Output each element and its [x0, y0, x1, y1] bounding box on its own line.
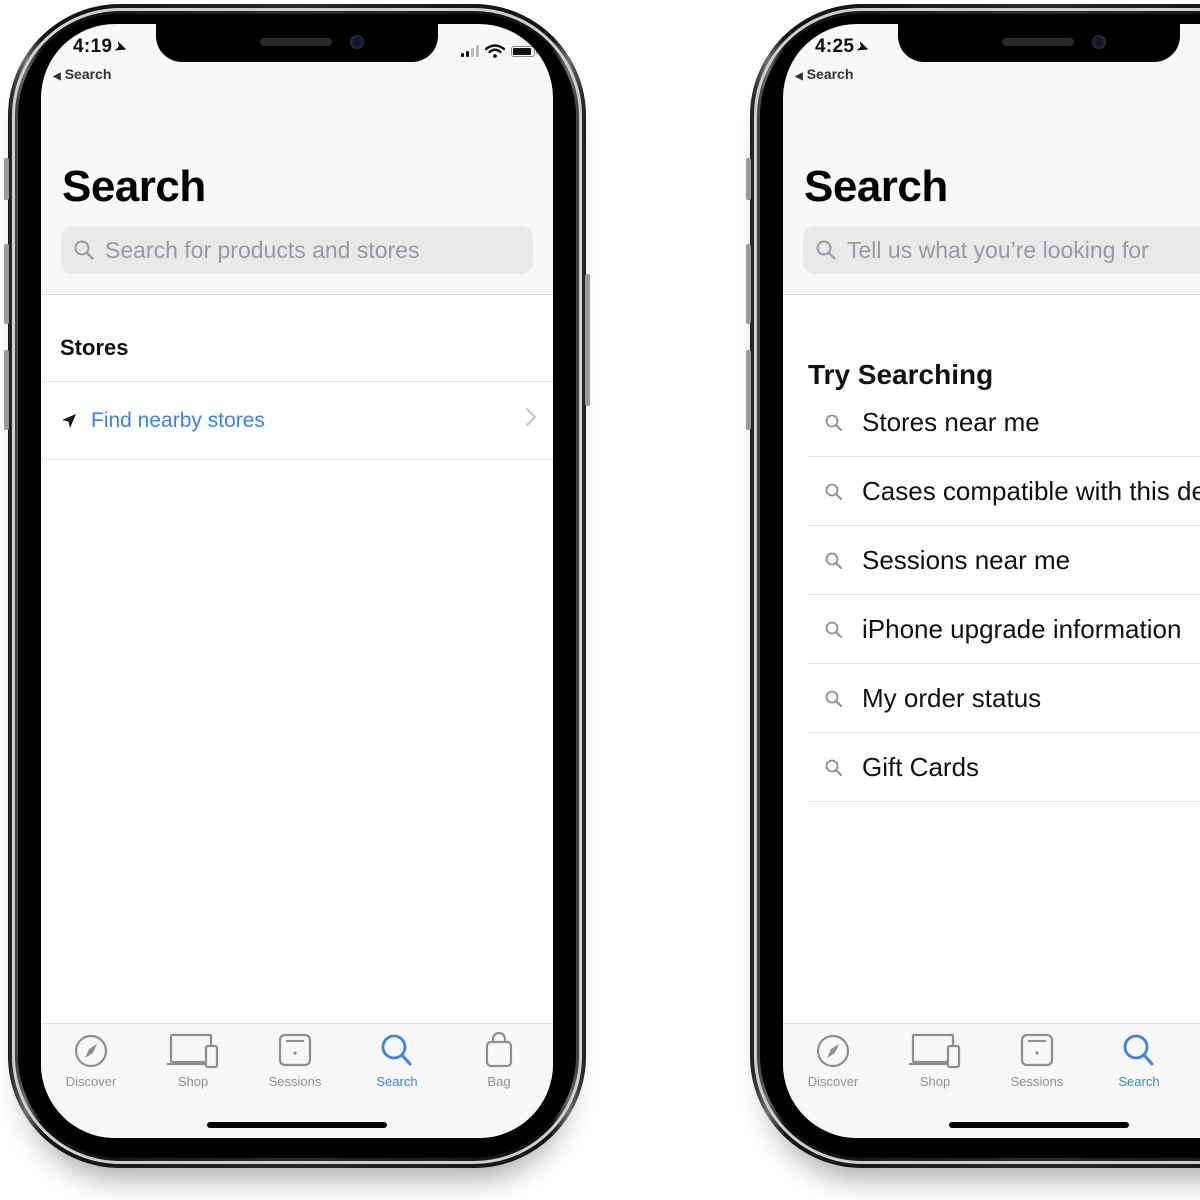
divider	[41, 381, 553, 382]
page-title: Search	[62, 162, 206, 211]
phone-left: 4:19➤ ◀Search Search Stores	[4, 4, 590, 1168]
back-to-search-link[interactable]: ◀ Search	[795, 66, 853, 82]
tab-bar: Discover Shop Sessions	[41, 1023, 553, 1138]
search-icon	[825, 483, 842, 500]
tab-sessions[interactable]: Sessions	[987, 1032, 1087, 1089]
search-icon	[1123, 1034, 1154, 1066]
content-area: Stores Find nearby stores	[41, 295, 553, 1024]
find-nearby-stores-row[interactable]: Find nearby stores	[41, 383, 553, 459]
tab-bag[interactable]: Bag	[1191, 1032, 1200, 1089]
back-to-search-link[interactable]: ◀ Search	[53, 66, 111, 82]
volume-up-button	[4, 244, 9, 324]
devices-icon	[167, 1033, 219, 1069]
home-indicator[interactable]	[949, 1122, 1129, 1128]
search-icon	[825, 621, 842, 638]
cellular-signal-icon	[461, 45, 479, 57]
search-input[interactable]	[103, 235, 533, 265]
status-indicators	[461, 44, 538, 58]
home-indicator[interactable]	[207, 1122, 387, 1128]
suggestion-list: Stores near me Cases compatible with thi…	[808, 388, 1200, 802]
suggestion-item[interactable]: Gift Cards	[808, 733, 1200, 802]
divider	[41, 459, 553, 460]
calendar-icon	[1020, 1033, 1054, 1067]
search-icon	[816, 240, 836, 260]
side-button	[585, 274, 590, 406]
tab-bar: Discover Shop Sessions	[783, 1023, 1200, 1138]
screen: 4:19➤ ◀Search Search Stores	[41, 24, 553, 1138]
search-icon	[825, 552, 842, 569]
search-icon	[74, 240, 94, 260]
mute-switch	[4, 158, 9, 200]
search-bar[interactable]	[803, 226, 1200, 274]
content-area: Try Searching Stores near me Cases compa…	[783, 295, 1200, 1024]
suggestion-item[interactable]: iPhone upgrade information	[808, 595, 1200, 664]
tab-discover[interactable]: Discover	[783, 1032, 883, 1089]
wifi-icon	[485, 44, 505, 58]
page-title: Search	[804, 162, 948, 211]
suggestion-item[interactable]: Sessions near me	[808, 526, 1200, 595]
suggestion-item[interactable]: My order status	[808, 664, 1200, 733]
status-time: 4:25➤	[815, 36, 872, 57]
try-searching-heading: Try Searching	[808, 359, 994, 390]
notch	[156, 24, 438, 62]
notch	[898, 24, 1180, 62]
location-arrow-icon	[62, 414, 76, 428]
tab-search[interactable]: Search	[347, 1032, 447, 1089]
location-arrow-icon: ➤	[113, 37, 130, 57]
tab-sessions[interactable]: Sessions	[245, 1032, 345, 1089]
bag-icon	[485, 1032, 513, 1068]
divider	[808, 801, 1200, 802]
suggestion-item[interactable]: Stores near me	[808, 388, 1200, 457]
chevron-right-icon	[526, 408, 537, 426]
compass-icon	[816, 1034, 850, 1068]
volume-down-button	[746, 350, 751, 430]
back-triangle-icon: ◀	[795, 71, 803, 82]
tab-bag[interactable]: Bag	[449, 1032, 549, 1089]
volume-up-button	[746, 244, 751, 324]
search-icon	[825, 690, 842, 707]
screen: 4:25➤ ◀Search Search Try Se	[783, 24, 1200, 1138]
find-nearby-stores-link[interactable]: Find nearby stores	[91, 409, 265, 433]
back-triangle-icon: ◀	[53, 71, 61, 82]
tab-shop[interactable]: Shop	[885, 1032, 985, 1089]
devices-icon	[909, 1033, 961, 1069]
search-bar[interactable]	[61, 226, 533, 274]
compass-icon	[74, 1034, 108, 1068]
stores-heading: Stores	[60, 335, 129, 360]
tab-shop[interactable]: Shop	[143, 1032, 243, 1089]
search-icon	[381, 1034, 412, 1066]
phone-right: 4:25➤ ◀Search Search Try Se	[746, 4, 1200, 1168]
tab-discover[interactable]: Discover	[41, 1032, 141, 1089]
search-icon	[825, 414, 842, 431]
search-input[interactable]	[845, 235, 1200, 265]
search-icon	[825, 759, 842, 776]
calendar-icon	[278, 1033, 312, 1067]
volume-down-button	[4, 350, 9, 430]
tab-search[interactable]: Search	[1089, 1032, 1189, 1089]
suggestion-item[interactable]: Cases compatible with this device	[808, 457, 1200, 526]
mute-switch	[746, 158, 751, 200]
location-arrow-icon: ➤	[855, 37, 872, 57]
status-time: 4:19➤	[73, 36, 130, 57]
battery-icon	[511, 45, 538, 57]
